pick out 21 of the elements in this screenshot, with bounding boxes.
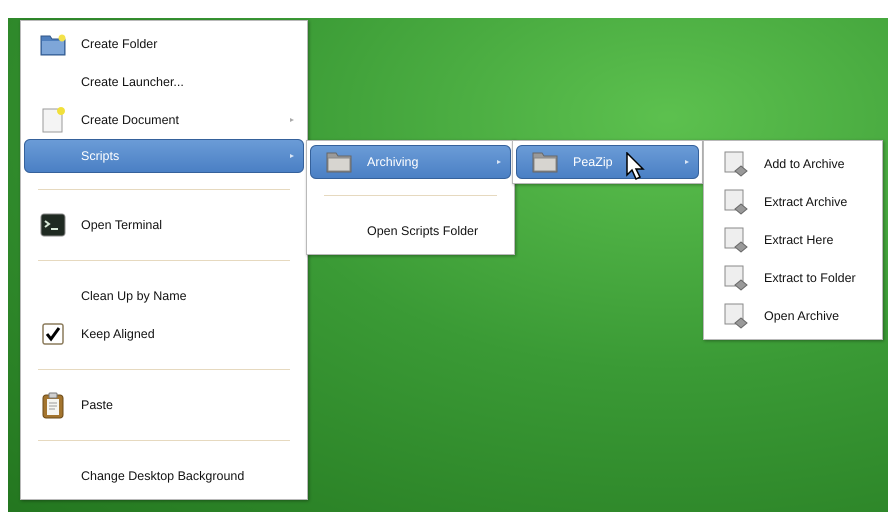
script-file-icon: [722, 150, 750, 178]
script-file-icon: [722, 188, 750, 216]
menu-item[interactable]: Change Desktop Background: [24, 457, 304, 495]
menu-item[interactable]: Open Archive: [707, 297, 879, 335]
menu-item[interactable]: Paste: [24, 386, 304, 424]
terminal-icon: [39, 211, 67, 239]
menu-item[interactable]: Extract Archive: [707, 183, 879, 221]
menu-item[interactable]: Create Folder: [24, 25, 304, 63]
script-file-icon: [722, 226, 750, 254]
menu-item[interactable]: Open Scripts Folder: [310, 212, 511, 250]
menu-item[interactable]: Clean Up by Name: [24, 277, 304, 315]
menu-item[interactable]: Create Launcher...: [24, 63, 304, 101]
menu-item[interactable]: Extract Here: [707, 221, 879, 259]
script-file-icon: [722, 302, 750, 330]
menu-item[interactable]: Extract to Folder: [707, 259, 879, 297]
menu-item[interactable]: Keep Aligned: [24, 315, 304, 353]
mouse-pointer-icon: [626, 152, 646, 180]
menu-item[interactable]: Create Document: [24, 101, 304, 139]
script-file-icon: [722, 264, 750, 292]
menu-item[interactable]: Open Terminal: [24, 206, 304, 244]
menu-item[interactable]: Add to Archive: [707, 145, 879, 183]
